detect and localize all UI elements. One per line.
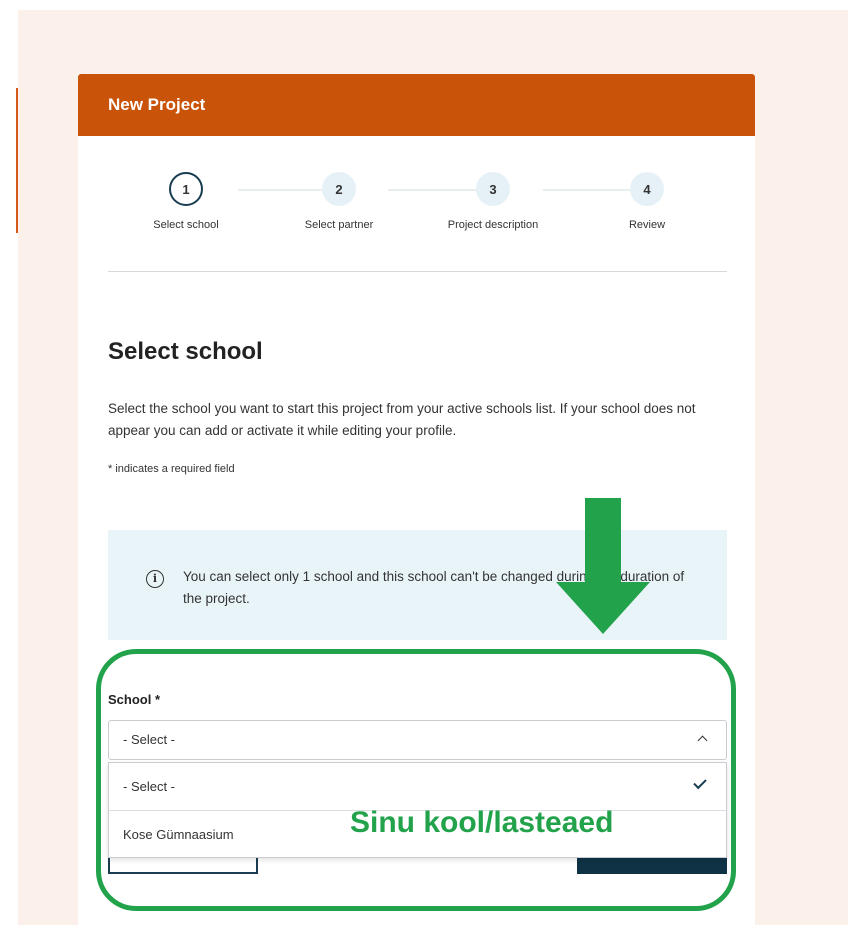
side-accent-bar <box>16 88 18 233</box>
step-number: 2 <box>322 172 356 206</box>
card-title: New Project <box>108 95 206 114</box>
required-field-note: * indicates a required field <box>108 463 235 475</box>
step-select-partner[interactable]: 2 Select partner <box>269 172 409 231</box>
step-label: Select school <box>153 219 219 231</box>
annotation-highlight-outline <box>96 649 736 911</box>
step-label: Review <box>628 219 666 231</box>
step-label: Select partner <box>304 219 374 231</box>
step-number: 4 <box>630 172 664 206</box>
info-icon: i <box>146 570 164 588</box>
step-number: 3 <box>476 172 510 206</box>
step-review[interactable]: 4 Review <box>577 172 717 231</box>
step-label: Project description <box>447 219 539 231</box>
annotation-label: Sinu kool/lasteaed <box>350 806 614 839</box>
stepper-divider <box>108 271 727 272</box>
page-description: Select the school you want to start this… <box>108 401 696 438</box>
card-header: New Project <box>78 74 755 136</box>
stepper: 1 Select school 2 Select partner 3 Proje… <box>108 172 727 242</box>
step-select-school[interactable]: 1 Select school <box>116 172 256 231</box>
arrow-down-icon <box>556 498 650 634</box>
step-number: 1 <box>169 172 203 206</box>
step-project-description[interactable]: 3 Project description <box>423 172 563 231</box>
page-title: Select school <box>108 338 263 365</box>
